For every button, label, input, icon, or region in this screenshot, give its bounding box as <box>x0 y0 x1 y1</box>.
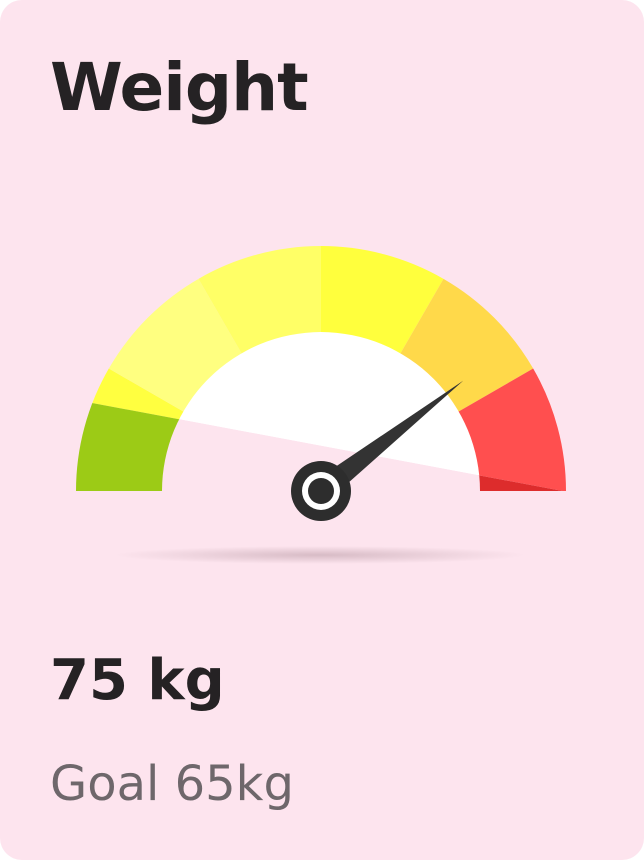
gauge <box>76 246 566 564</box>
current-weight: 75 kg <box>50 648 225 713</box>
weight-card[interactable]: Weight 75 kg Goal 65kg <box>0 0 644 860</box>
card-title: Weight <box>50 49 309 126</box>
gauge-shadow <box>115 546 525 564</box>
goal-weight: Goal 65kg <box>50 756 294 812</box>
gauge-hub-center <box>308 478 334 504</box>
